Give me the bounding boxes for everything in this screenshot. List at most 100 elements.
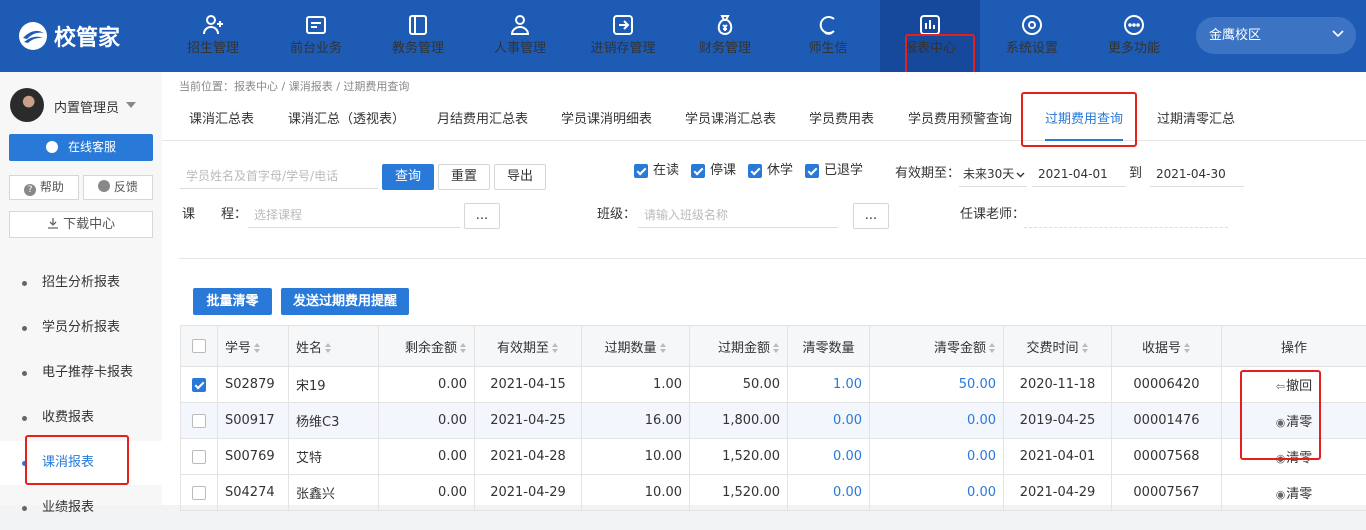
undo-button[interactable]: ⇦撤回 [1276, 379, 1312, 394]
nav-item-report-center[interactable]: 报表中心 [880, 0, 980, 72]
sort-icon [1082, 343, 1089, 353]
reset-button[interactable]: 重置 [438, 164, 490, 190]
avatar[interactable] [10, 88, 44, 122]
course-select[interactable]: 选择课程 [248, 202, 460, 228]
help-button[interactable]: ? 帮助 [9, 175, 79, 200]
sidebar-item-student-report[interactable]: 学员分析报表 [0, 306, 162, 350]
tab-student-consumption-detail[interactable]: 学员课消明细表 [561, 100, 652, 141]
row-checkbox[interactable] [192, 450, 206, 464]
clear-button[interactable]: ◉清零 [1276, 487, 1313, 502]
nav-item-front-desk[interactable]: 前台业务 [266, 0, 366, 72]
select-all-checkbox[interactable] [192, 339, 206, 353]
caret-down-icon[interactable] [126, 102, 136, 108]
nav-item-hr[interactable]: 人事管理 [470, 0, 570, 72]
date-from-input[interactable]: 2021-04-01 [1032, 161, 1126, 187]
status-checkbox-studying[interactable] [634, 164, 648, 178]
nav-item-academic[interactable]: 教务管理 [368, 0, 468, 72]
course-picker-button[interactable]: ... [464, 203, 500, 229]
cell-cleared-qty[interactable]: 0.00 [788, 403, 870, 439]
class-picker-button[interactable]: ... [853, 203, 889, 229]
nav-item-enrollment[interactable]: 招生管理 [163, 0, 263, 72]
col-header-cleared-amount[interactable]: 清零金额 [870, 326, 1004, 367]
col-label: 操作 [1281, 341, 1307, 356]
clear-button[interactable]: ◉清零 [1276, 451, 1313, 466]
col-header-expiry[interactable]: 有效期至 [475, 326, 582, 367]
cell-name: 艾特 [289, 439, 379, 475]
col-header-expired-amount[interactable]: 过期金额 [690, 326, 788, 367]
download-center-button[interactable]: 下载中心 [9, 211, 153, 238]
nav-item-inventory[interactable]: 进销存管理 [573, 0, 673, 72]
teacher-select[interactable] [1024, 202, 1228, 228]
col-header-expired-qty[interactable]: 过期数量 [582, 326, 690, 367]
send-expiry-reminder-button[interactable]: 发送过期费用提醒 [281, 288, 409, 315]
tab-student-fee[interactable]: 学员费用表 [809, 100, 874, 141]
bullet [22, 281, 27, 286]
tab-label: 月结费用汇总表 [437, 112, 528, 127]
cell-expired-qty: 10.00 [582, 439, 690, 475]
row-checkbox[interactable] [192, 486, 206, 500]
nav-label: 前台业务 [266, 41, 366, 57]
cell-cleared-qty[interactable]: 0.00 [788, 439, 870, 475]
sidebar-item-performance-report[interactable]: 业绩报表 [0, 486, 162, 530]
status-checkbox-suspended[interactable] [691, 164, 705, 178]
tab-expired-clear-summary[interactable]: 过期清零汇总 [1157, 100, 1235, 141]
cell-student-id: S04274 [218, 475, 289, 511]
tab-expired-fee-query[interactable]: 过期费用查询 [1045, 100, 1123, 141]
col-header-paid-at[interactable]: 交费时间 [1004, 326, 1112, 367]
tab-label: 学员费用表 [809, 112, 874, 127]
query-button[interactable]: 查询 [382, 164, 434, 190]
sidebar-item-fee-report[interactable]: 收费报表 [0, 396, 162, 440]
nav-item-finance[interactable]: 财务管理 [675, 0, 775, 72]
cell-actions: ⇦撤回 [1222, 367, 1366, 403]
nav-item-settings[interactable]: 系统设置 [982, 0, 1082, 72]
cell-cleared-amount[interactable]: 0.00 [870, 403, 1004, 439]
clear-icon: ◉ [1276, 416, 1286, 429]
sidebar-item-consumption-report[interactable]: 课消报表 [0, 441, 162, 485]
tab-consumption-pivot[interactable]: 课消汇总（透视表） [288, 100, 405, 141]
student-search-input[interactable]: 学员姓名及首字母/学号/电话 [180, 163, 378, 189]
cell-actions: ◉清零 [1222, 475, 1366, 511]
cell-cleared-amount[interactable]: 50.00 [870, 367, 1004, 403]
top-navigation-bar: 校管家 招生管理 前台业务 教务管理 人事管理 进销存管理 财务管理 师生信 报… [0, 0, 1366, 72]
brand-name: 校管家 [54, 20, 120, 52]
nav-item-more[interactable]: 更多功能 [1084, 0, 1184, 72]
sort-icon [254, 343, 261, 353]
cell-expired-amount: 50.00 [690, 367, 788, 403]
row-checkbox[interactable] [192, 414, 206, 428]
col-header-student-id[interactable]: 学号 [218, 326, 289, 367]
date-to-input[interactable]: 2021-04-30 [1150, 161, 1244, 187]
status-checkbox-withdrawn[interactable] [805, 164, 819, 178]
campus-selector[interactable]: 金鹰校区 [1196, 17, 1356, 54]
sidebar-item-enrollment-report[interactable]: 招生分析报表 [0, 261, 162, 305]
tab-label: 学员费用预警查询 [908, 112, 1012, 127]
tab-label: 学员课消明细表 [561, 112, 652, 127]
clear-label: 清零 [1286, 451, 1312, 466]
tab-student-fee-warning[interactable]: 学员费用预警查询 [908, 100, 1012, 141]
user-name[interactable]: 内置管理员 [54, 97, 119, 116]
row-checkbox[interactable] [192, 378, 206, 392]
nav-item-messages[interactable]: 师生信 [778, 0, 878, 72]
cell-cleared-amount[interactable]: 0.00 [870, 475, 1004, 511]
online-service-button[interactable]: 在线客服 [9, 134, 153, 161]
tab-student-consumption-summary[interactable]: 学员课消汇总表 [685, 100, 776, 141]
class-name-input[interactable]: 请输入班级名称 [638, 202, 838, 228]
col-header-receipt[interactable]: 收据号 [1112, 326, 1222, 367]
cell-cleared-qty[interactable]: 0.00 [788, 475, 870, 511]
status-label: 已退学 [824, 158, 863, 184]
col-header-remaining[interactable]: 剩余金额 [379, 326, 475, 367]
cell-cleared-amount[interactable]: 0.00 [870, 439, 1004, 475]
feedback-button[interactable]: 反馈 [83, 175, 153, 200]
sidebar-item-referral-card-report[interactable]: 电子推荐卡报表 [0, 351, 162, 395]
brand-logo[interactable]: 校管家 [18, 20, 120, 52]
cell-cleared-qty[interactable]: 1.00 [788, 367, 870, 403]
tab-monthly-fee-summary[interactable]: 月结费用汇总表 [437, 100, 528, 141]
status-checkbox-leave[interactable] [748, 164, 762, 178]
tab-consumption-summary[interactable]: 课消汇总表 [189, 100, 254, 141]
expired-fee-table: 学号 姓名 剩余金额 有效期至 过期数量 过期金额 清零数量 清零金额 交费时间… [180, 325, 1366, 511]
clear-button[interactable]: ◉清零 [1276, 415, 1313, 430]
export-button[interactable]: 导出 [494, 164, 546, 190]
col-label: 剩余金额 [405, 341, 457, 356]
batch-clear-button[interactable]: 批量清零 [193, 288, 272, 315]
col-header-name[interactable]: 姓名 [289, 326, 379, 367]
sidebar: 内置管理员 在线客服 ? 帮助 反馈 下载中心 招生分析报表 学员分析报表 电子… [0, 72, 162, 505]
